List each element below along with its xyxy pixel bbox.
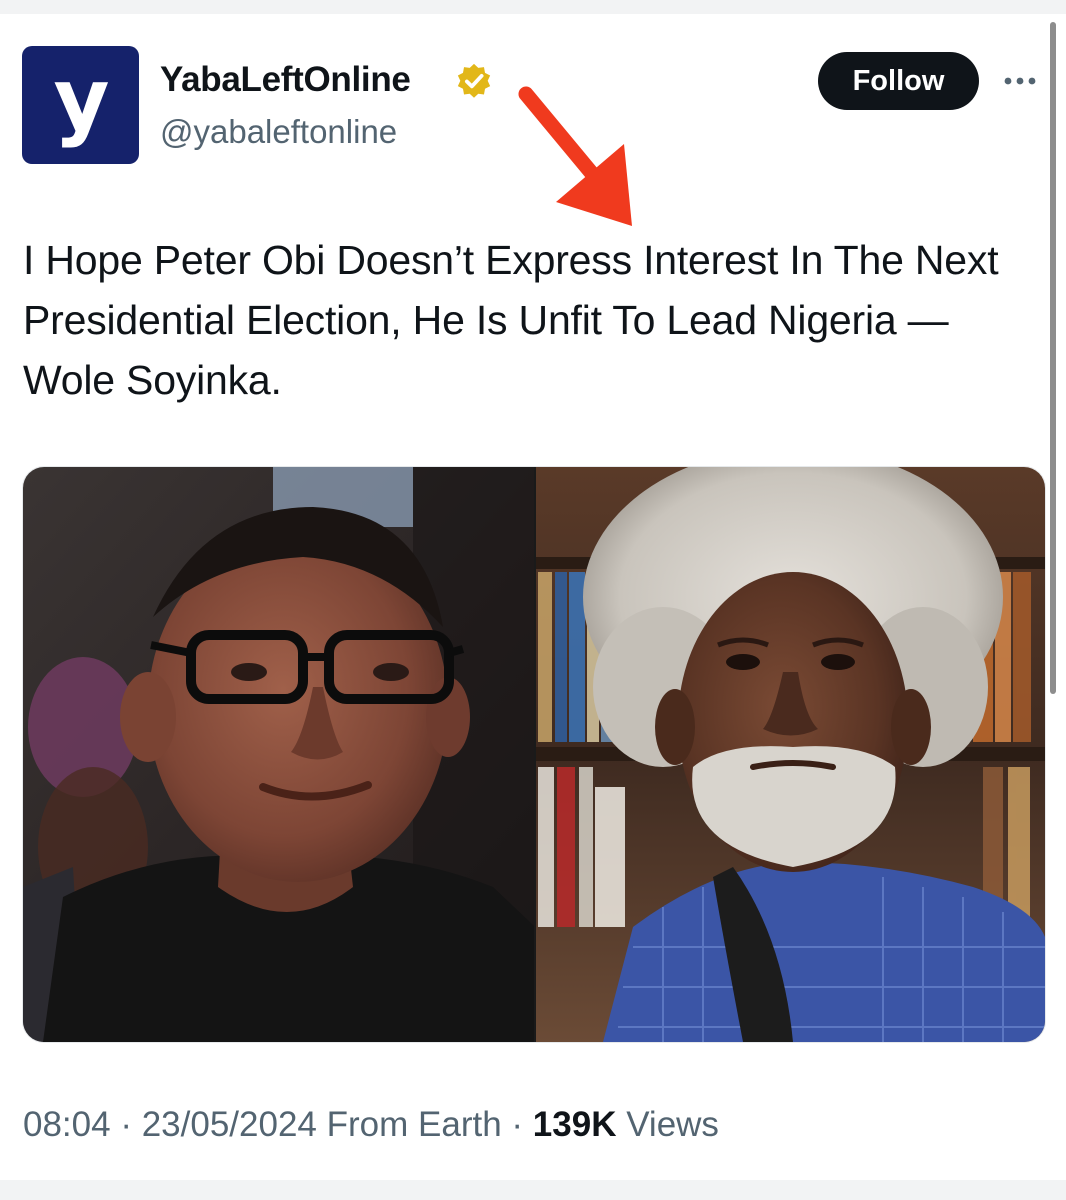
left-portrait bbox=[23, 467, 535, 1042]
media-photo-collage bbox=[23, 467, 1045, 1042]
tweet-source: From Earth bbox=[326, 1105, 502, 1144]
scrollbar[interactable] bbox=[1050, 22, 1056, 694]
tweet-media-image[interactable] bbox=[22, 466, 1046, 1043]
views-count[interactable]: 139K bbox=[533, 1105, 617, 1144]
follow-button[interactable]: Follow bbox=[818, 52, 979, 110]
tweet-text: I Hope Peter Obi Doesn’t Express Interes… bbox=[23, 237, 999, 403]
meta-separator: · bbox=[120, 1105, 142, 1144]
meta-separator: · bbox=[511, 1105, 533, 1144]
avatar-logo-letter: y bbox=[53, 50, 109, 150]
right-portrait bbox=[535, 467, 1045, 1042]
verified-badge-icon bbox=[457, 63, 491, 98]
tweet-date[interactable]: 23/05/2024 bbox=[142, 1105, 317, 1144]
tweet-metadata: 08:04 · 23/05/2024 From Earth · 139K Vie… bbox=[23, 1101, 719, 1149]
views-label: Views bbox=[626, 1105, 719, 1144]
avatar[interactable]: y bbox=[22, 46, 139, 164]
account-handle[interactable]: @yabaleftonline bbox=[160, 110, 397, 154]
tweet-screenshot: y YabaLeftOnline @yabaleftonline Follow … bbox=[0, 0, 1066, 1200]
display-name[interactable]: YabaLeftOnline bbox=[160, 58, 411, 102]
more-horizontal-icon[interactable] bbox=[1000, 68, 1040, 94]
bottom-divider bbox=[0, 1180, 1066, 1200]
top-divider bbox=[0, 0, 1066, 14]
tweet-time[interactable]: 08:04 bbox=[23, 1105, 111, 1144]
red-arrow-annotation-icon bbox=[518, 86, 632, 226]
